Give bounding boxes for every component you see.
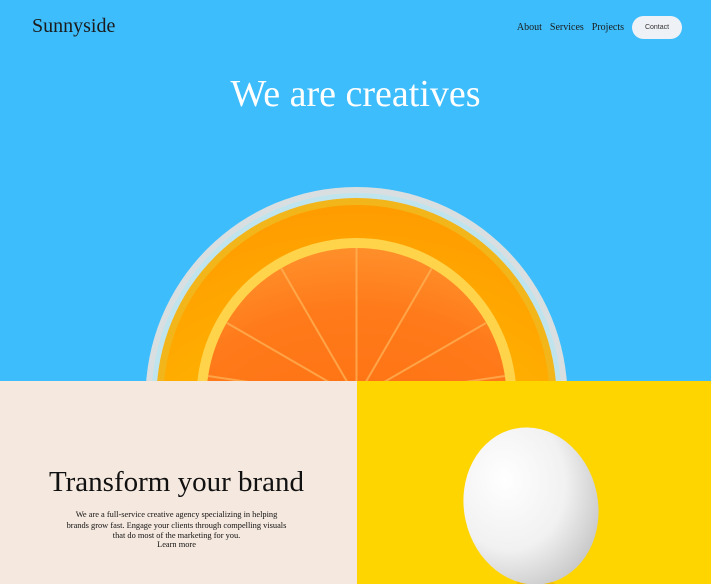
hero-title: We are creatives xyxy=(230,73,481,115)
nav-projects-link[interactable]: Projects xyxy=(592,22,624,33)
main-nav: About Services Projects Contact xyxy=(517,16,682,39)
nav-about-link[interactable]: About xyxy=(517,22,542,33)
logo[interactable]: Sunnyside xyxy=(32,15,115,38)
egg xyxy=(463,427,599,584)
egg-section xyxy=(357,381,711,584)
learn-more-link[interactable]: Learn more xyxy=(0,540,353,549)
contact-button[interactable]: Contact xyxy=(632,16,682,39)
egg-image xyxy=(463,427,677,584)
orange-glass-image xyxy=(146,187,567,381)
transform-title: Transform your brand xyxy=(48,466,305,498)
hero-section: Sunnyside About Services Projects Contac… xyxy=(0,0,711,381)
nav-services-link[interactable]: Services xyxy=(550,22,584,33)
transform-section: Transform your brand We are a full-servi… xyxy=(0,381,357,584)
transform-description: We are a full-service creative agency sp… xyxy=(66,510,287,541)
page: Sunnyside About Services Projects Contac… xyxy=(0,0,711,584)
